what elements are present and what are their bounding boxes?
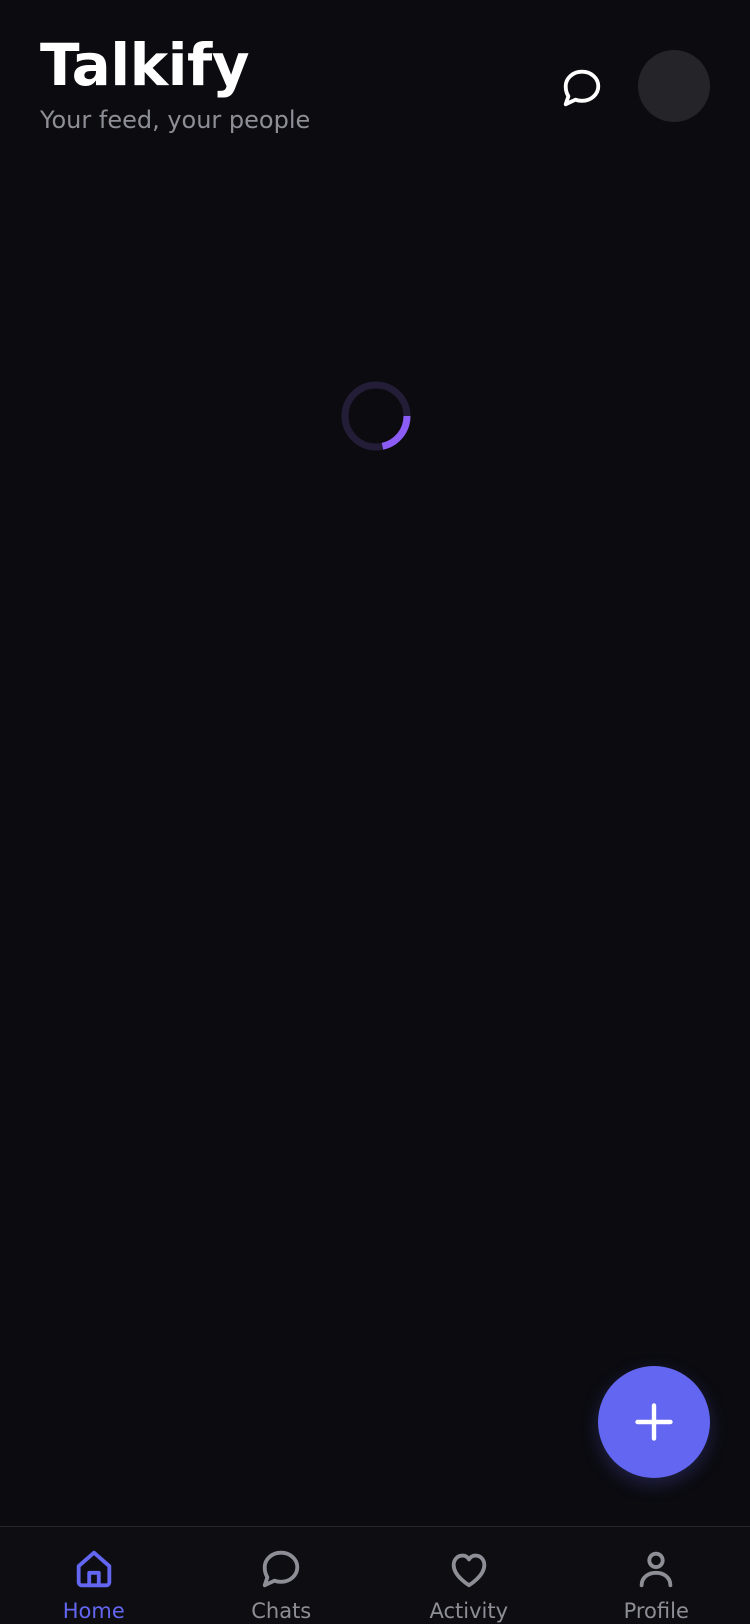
- nav-item-home[interactable]: Home: [0, 1527, 188, 1624]
- messages-button[interactable]: [556, 62, 608, 114]
- spinner-arc: [381, 415, 411, 450]
- app-subtitle: Your feed, your people: [40, 106, 311, 134]
- header: Talkify Your feed, your people: [0, 0, 750, 160]
- heart-icon: [445, 1545, 493, 1593]
- nav-item-chats[interactable]: Chats: [188, 1527, 376, 1624]
- bottom-nav: Home Chats Activity Profile: [0, 1526, 750, 1624]
- nav-label-profile: Profile: [623, 1598, 689, 1623]
- chat-bubble-icon: [563, 69, 601, 107]
- create-post-button[interactable]: [598, 1366, 710, 1478]
- nav-label-home: Home: [62, 1598, 125, 1623]
- nav-item-activity[interactable]: Activity: [375, 1527, 563, 1624]
- avatar[interactable]: [638, 50, 710, 122]
- plus-icon: [635, 1403, 673, 1441]
- user-icon: [632, 1545, 680, 1593]
- home-icon: [70, 1545, 118, 1593]
- nav-label-chats: Chats: [251, 1598, 312, 1623]
- nav-item-profile[interactable]: Profile: [563, 1527, 750, 1624]
- chat-bubble-icon: [257, 1545, 305, 1593]
- app-screen: Talkify Your feed, your people Home Chat…: [0, 0, 750, 1624]
- nav-label-activity: Activity: [429, 1598, 509, 1623]
- app-title: Talkify: [40, 31, 250, 99]
- loading-spinner: [340, 380, 412, 452]
